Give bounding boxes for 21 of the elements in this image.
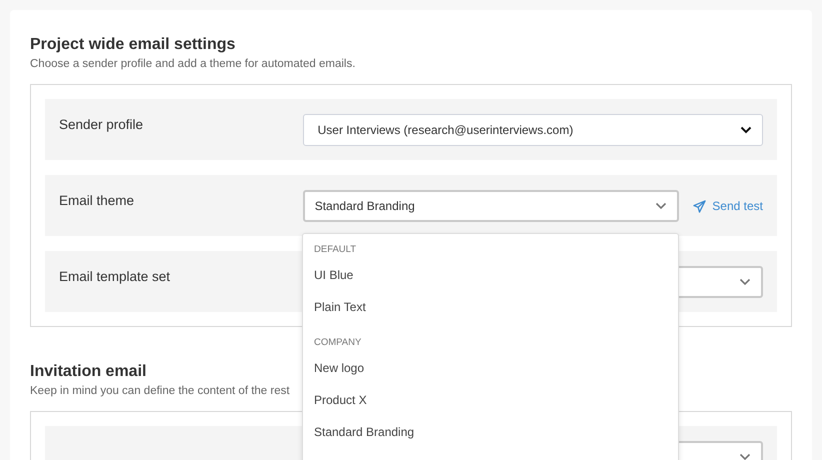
theme-select[interactable]: Standard Branding: [302, 190, 680, 222]
dropdown-option[interactable]: Standard Branding: [303, 416, 678, 448]
dropdown-option[interactable]: Product X: [303, 384, 678, 416]
chevron-down-icon: [655, 202, 668, 210]
dropdown-option[interactable]: UI Blue: [303, 259, 678, 291]
chevron-down-icon: [739, 278, 751, 286]
section-title: Project wide email settings: [30, 36, 236, 54]
field-label: Sender profile: [59, 116, 144, 132]
paper-plane-icon: [693, 200, 706, 212]
section-title: Invitation email: [30, 363, 146, 381]
section-subtitle: Choose a sender profile and add a theme for automated emails.: [30, 58, 356, 70]
field-label: Email template set: [59, 268, 172, 284]
chevron-down-icon: [740, 126, 752, 134]
field-label: Email theme: [59, 192, 136, 208]
group-header: DEFAULT: [313, 244, 358, 255]
dropdown-option[interactable]: New logo: [303, 352, 678, 384]
section-subtitle: Keep in mind you can define the content of the rest: [30, 385, 290, 397]
chevron-down-icon: [739, 453, 751, 460]
dropdown-option[interactable]: Plain Text: [303, 291, 678, 323]
sender-select[interactable]: User Interviews (research@userinterviews.com): [302, 114, 763, 146]
group-header: COMPANY: [313, 337, 362, 348]
